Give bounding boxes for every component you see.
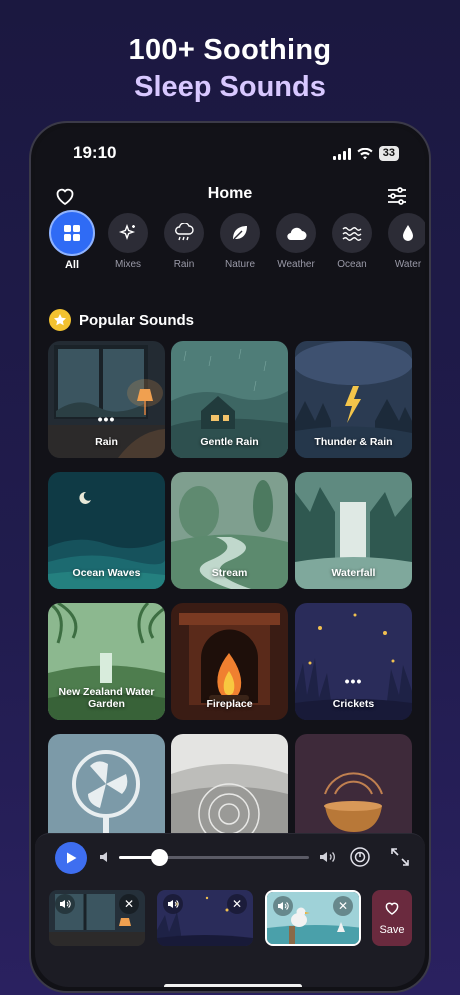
headline-line-2: Sleep Sounds xyxy=(134,71,326,103)
remove-icon[interactable]: ✕ xyxy=(119,894,139,914)
page-title: Home xyxy=(207,185,253,202)
headline-line-1: 100+ Soothing xyxy=(128,34,332,66)
volume-low-icon xyxy=(100,852,107,862)
sound-name: Stream xyxy=(211,567,248,579)
category-weather[interactable]: Weather xyxy=(271,213,321,270)
sound-name: Crickets xyxy=(332,698,375,710)
category-nature[interactable]: Nature xyxy=(215,213,265,270)
playing-indicator: ••• xyxy=(344,673,363,689)
mini-player: ✕ ✕ ✕ Save xyxy=(35,833,425,987)
category-rain[interactable]: Rain xyxy=(159,213,209,270)
category-label: Water xyxy=(394,259,422,270)
save-mix-button[interactable]: Save xyxy=(372,890,412,946)
category-label: Nature xyxy=(224,259,255,270)
status-bar: 19:10 33 xyxy=(35,143,425,167)
category-ocean[interactable]: Ocean xyxy=(327,213,377,270)
star-icon xyxy=(49,309,71,331)
battery-icon: 33 xyxy=(378,146,399,161)
category-bar: All Mixes Rain Nature Weather Ocean Wate… xyxy=(47,210,425,273)
category-all[interactable]: All xyxy=(47,210,97,271)
remove-icon[interactable]: ✕ xyxy=(333,896,353,916)
nav-bar: Home xyxy=(35,181,425,211)
mixer-item-crickets[interactable]: ✕ xyxy=(157,890,253,946)
status-time: 19:10 xyxy=(73,143,117,162)
signal-icon xyxy=(332,147,351,160)
sound-name: Thunder & Rain xyxy=(314,436,393,448)
play-icon xyxy=(67,852,77,864)
timer-icon[interactable] xyxy=(349,846,371,868)
section-header: Popular Sounds xyxy=(49,307,194,333)
speaker-icon[interactable] xyxy=(163,894,183,914)
sound-tile-ocean-waves[interactable]: Ocean Waves xyxy=(48,472,165,589)
drop-icon xyxy=(403,225,413,241)
phone-frame: 19:10 33 Home All Mixes Rain Nature Weat… xyxy=(29,121,431,993)
sound-tile-gentle-rain[interactable]: Gentle Rain xyxy=(171,341,288,458)
remove-icon[interactable]: ✕ xyxy=(227,894,247,914)
sound-tile-thunder-rain[interactable]: Thunder & Rain xyxy=(295,341,412,458)
speaker-icon[interactable] xyxy=(273,896,293,916)
home-indicator xyxy=(164,984,302,987)
section-title: Popular Sounds xyxy=(79,311,195,329)
category-water[interactable]: Water xyxy=(383,213,425,270)
promo-headline: 100+ Soothing Sleep Sounds xyxy=(0,32,460,106)
mixer-item-rain[interactable]: ✕ xyxy=(49,890,145,946)
waves-icon xyxy=(342,227,362,241)
leaf-icon xyxy=(233,226,247,240)
cloud-icon xyxy=(287,227,307,241)
category-label: Mixes xyxy=(114,259,142,270)
category-label: Rain xyxy=(173,259,195,270)
playing-indicator: ••• xyxy=(97,411,116,427)
app-screen: 19:10 33 Home All Mixes Rain Nature Weat… xyxy=(35,127,425,987)
category-label: Weather xyxy=(277,259,315,270)
sound-name: Fireplace xyxy=(206,698,253,710)
sliders-icon[interactable] xyxy=(385,184,409,208)
sparkles-icon xyxy=(118,223,136,241)
volume-high-icon xyxy=(320,852,335,862)
wifi-icon xyxy=(357,147,373,159)
mixer-item-seagull[interactable]: ✕ xyxy=(265,890,361,946)
sound-tile-stream[interactable]: Stream xyxy=(171,472,288,589)
save-label: Save xyxy=(379,924,405,936)
rain-cloud-icon xyxy=(175,223,194,241)
sound-tile-fireplace[interactable]: Fireplace xyxy=(171,603,288,720)
sound-tile-crickets[interactable]: ••• Crickets xyxy=(295,603,412,720)
grid-icon xyxy=(64,225,80,241)
speaker-icon[interactable] xyxy=(55,894,75,914)
sound-name: Waterfall xyxy=(331,567,376,579)
heart-icon xyxy=(385,902,399,915)
sound-name: Rain xyxy=(95,436,118,448)
sound-name: Gentle Rain xyxy=(200,436,259,448)
volume-slider[interactable] xyxy=(119,849,309,866)
category-label: All xyxy=(64,259,80,271)
sound-name: New Zealand Water Garden xyxy=(58,686,155,710)
volume-slider-knob[interactable] xyxy=(150,849,168,866)
expand-icon[interactable] xyxy=(389,846,411,868)
sound-name: Ocean Waves xyxy=(72,567,141,579)
play-button[interactable] xyxy=(55,842,87,874)
sound-tile-new-zealand-water-garden[interactable]: New Zealand Water Garden xyxy=(48,603,165,720)
sound-tile-waterfall[interactable]: Waterfall xyxy=(295,472,412,589)
category-mixes[interactable]: Mixes xyxy=(103,213,153,270)
sound-tile-rain[interactable]: ••• Rain xyxy=(48,341,165,458)
category-label: Ocean xyxy=(337,259,367,270)
